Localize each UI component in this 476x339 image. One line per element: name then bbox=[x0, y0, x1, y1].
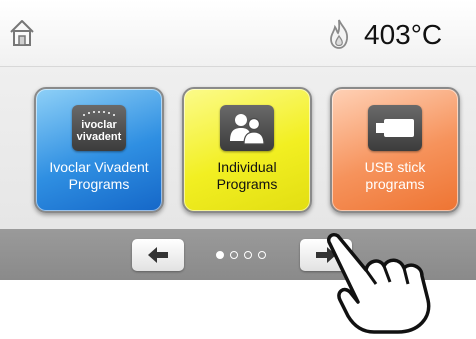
home-icon[interactable] bbox=[8, 18, 36, 48]
page-dot bbox=[244, 251, 252, 259]
usb-stick-icon bbox=[368, 105, 422, 151]
svg-text:vivadent: vivadent bbox=[77, 131, 122, 143]
status-bar: 403°C bbox=[0, 0, 476, 67]
page-dot bbox=[258, 251, 266, 259]
program-menu: ivoclar vivadent Ivoclar Vivadent Progra… bbox=[0, 67, 476, 229]
flame-icon bbox=[328, 18, 350, 50]
ivoclar-logo-icon: ivoclar vivadent bbox=[72, 105, 126, 151]
users-icon bbox=[220, 105, 274, 151]
page-indicator bbox=[216, 249, 276, 261]
tile-label: Ivoclar Vivadent Programs bbox=[49, 159, 149, 192]
page-dot bbox=[230, 251, 238, 259]
individual-programs-button[interactable]: Individual Programs bbox=[182, 87, 312, 213]
ivoclar-vivadent-programs-button[interactable]: ivoclar vivadent Ivoclar Vivadent Progra… bbox=[34, 87, 164, 213]
pointing-hand-icon bbox=[318, 230, 448, 334]
arrow-left-icon bbox=[148, 247, 168, 263]
page-dot bbox=[216, 251, 224, 259]
tile-label: USB stick programs bbox=[364, 159, 426, 192]
svg-text:ivoclar: ivoclar bbox=[81, 119, 117, 131]
tile-label: Individual Programs bbox=[216, 159, 278, 192]
temperature-readout: 403°C bbox=[364, 19, 443, 50]
usb-stick-programs-button[interactable]: USB stick programs bbox=[330, 87, 460, 213]
previous-page-button[interactable] bbox=[132, 239, 184, 271]
